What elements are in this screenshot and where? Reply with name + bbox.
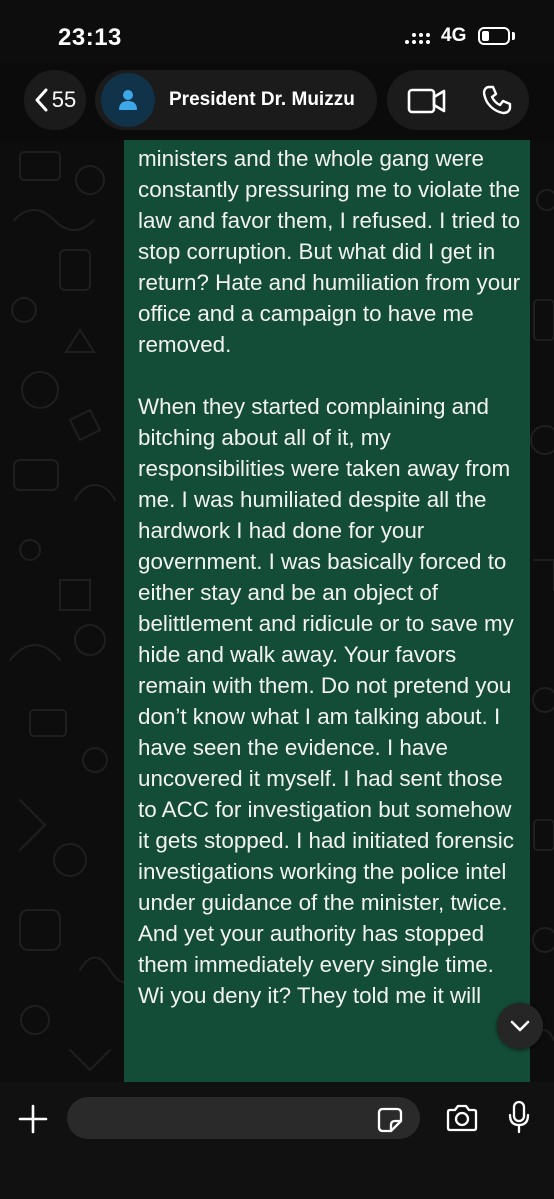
video-call-icon[interactable] xyxy=(407,87,447,115)
avatar xyxy=(101,73,155,127)
sticker-icon[interactable] xyxy=(377,1107,403,1133)
camera-icon[interactable] xyxy=(445,1104,479,1132)
message-bubble[interactable]: ministers and the whole gang were consta… xyxy=(124,140,530,1082)
signal-icon xyxy=(405,33,430,44)
scroll-to-bottom-button[interactable] xyxy=(497,1003,543,1049)
phone-call-icon[interactable] xyxy=(481,84,513,116)
composer-bar xyxy=(0,1082,554,1199)
chat-header: 55 President Dr. Muizzu xyxy=(0,62,554,142)
message-input[interactable] xyxy=(67,1097,420,1139)
battery-icon xyxy=(478,27,510,45)
scroll-down-icon xyxy=(510,1020,530,1032)
plus-icon[interactable] xyxy=(18,1104,48,1134)
contact-info-button[interactable]: President Dr. Muizzu xyxy=(95,70,377,130)
battery-tip xyxy=(512,32,515,40)
network-type: 4G xyxy=(441,25,467,46)
unread-count: 55 xyxy=(51,87,77,112)
contact-name: President Dr. Muizzu xyxy=(169,89,355,110)
status-bar: 23:13 4G xyxy=(0,0,554,70)
person-icon xyxy=(119,90,137,110)
status-time: 23:13 xyxy=(58,24,122,51)
back-chevron-icon xyxy=(35,88,48,112)
message-paragraph-1: ministers and the whole gang were consta… xyxy=(138,146,527,357)
back-button[interactable]: 55 xyxy=(24,70,86,130)
microphone-icon[interactable] xyxy=(507,1100,531,1134)
message-paragraph-2: When they started complaining and bitchi… xyxy=(138,394,521,1008)
message-text: ministers and the whole gang were consta… xyxy=(138,143,522,1011)
call-actions xyxy=(387,70,529,130)
